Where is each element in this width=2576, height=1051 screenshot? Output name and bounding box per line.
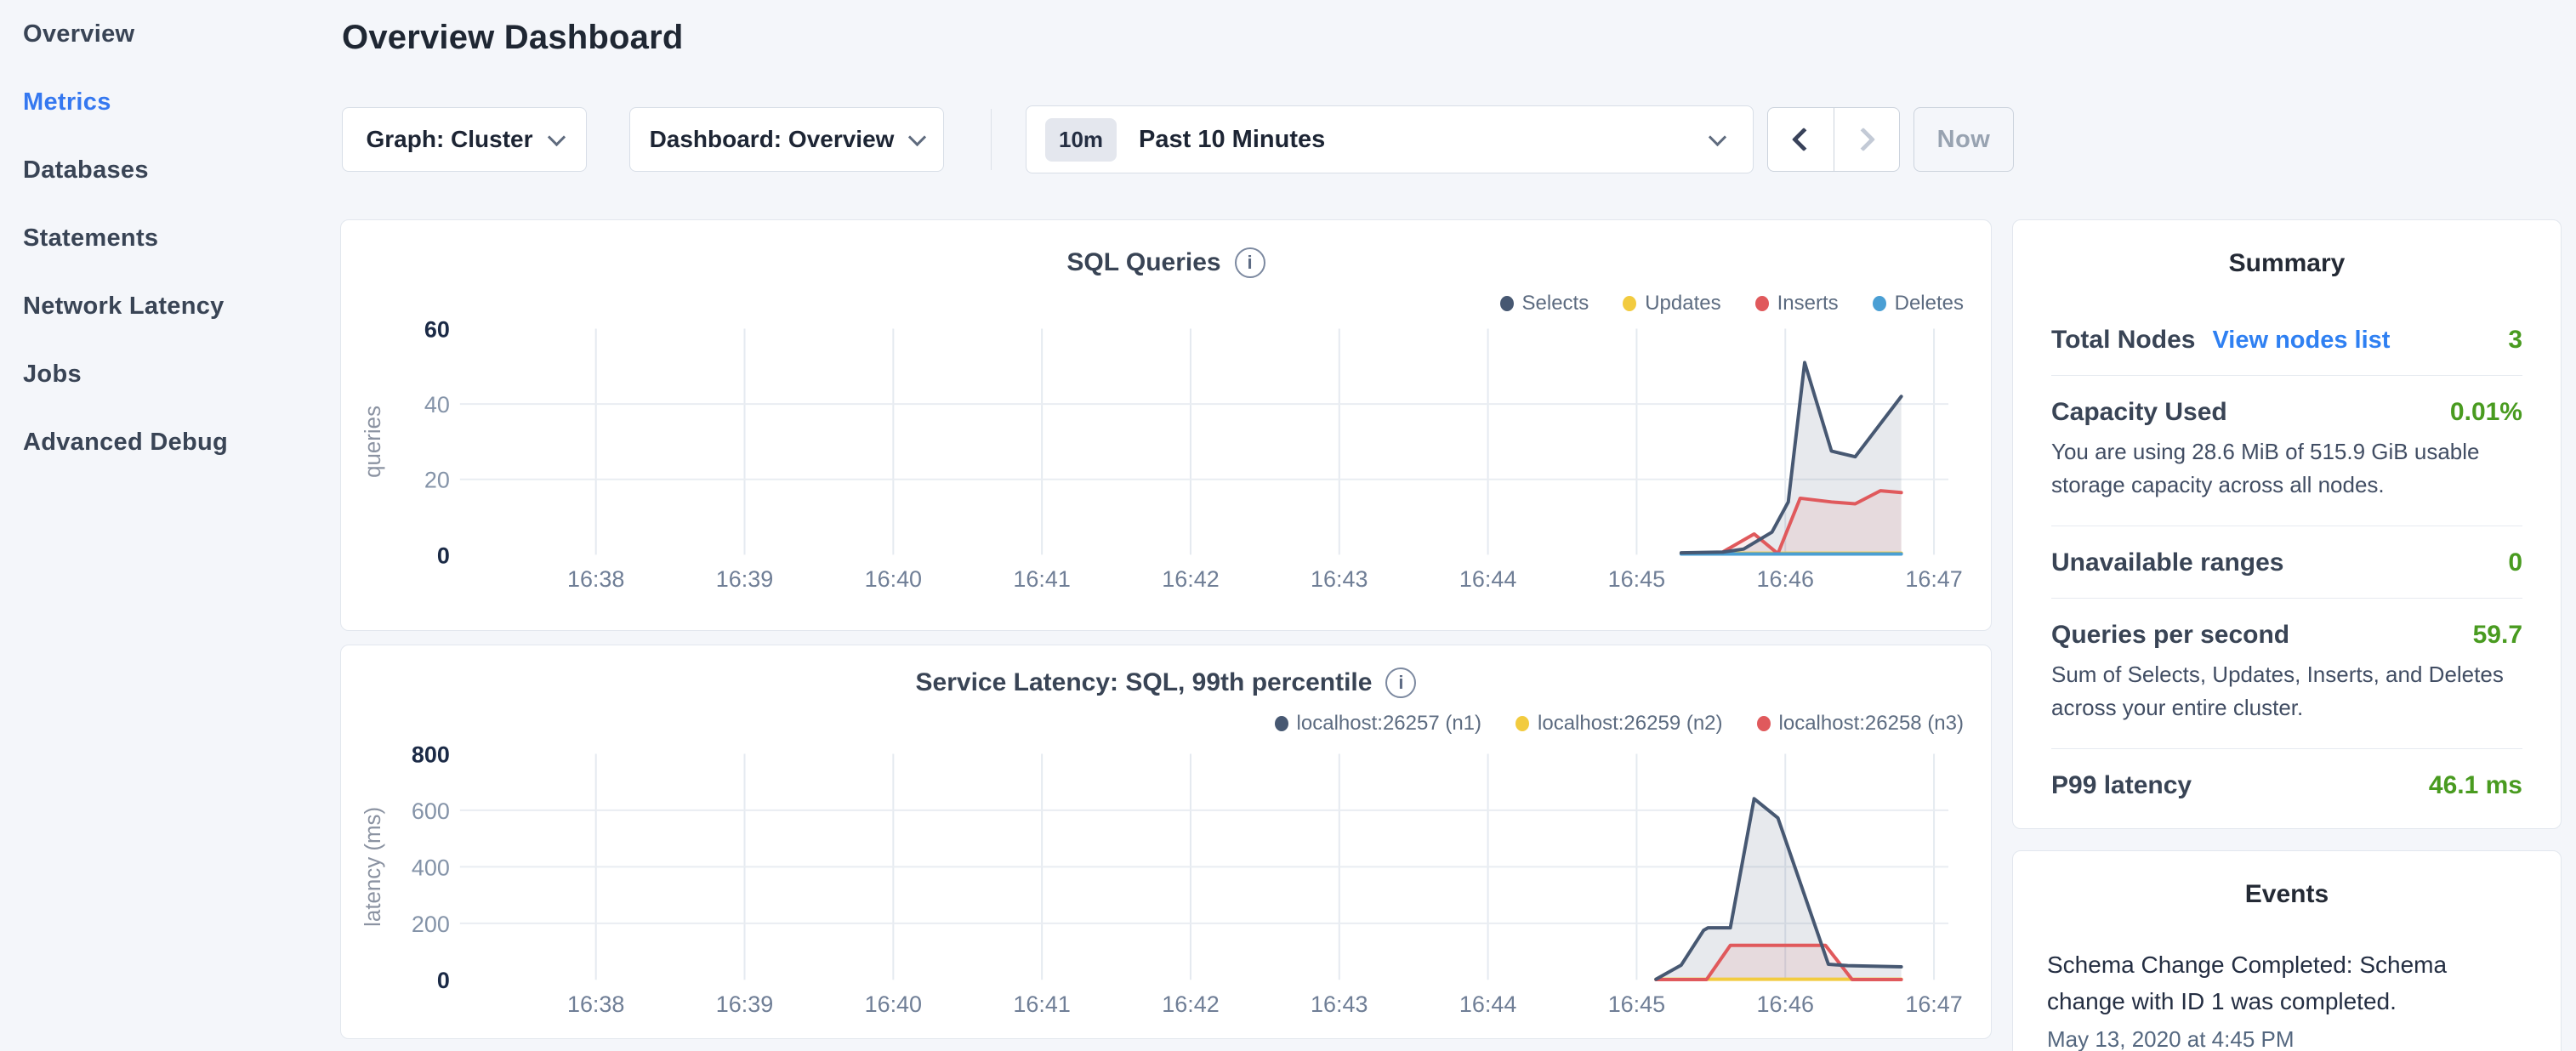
x-axis-labels: 16:38 16:39 16:40 16:41 16:42 16:43 16:44 16:45…: [567, 566, 1963, 592]
summary-title: Summary: [2013, 249, 2561, 278]
time-back-button[interactable]: [1768, 108, 1834, 171]
summary-label: Unavailable ranges: [2051, 548, 2283, 577]
chevron-right-icon: [1851, 128, 1875, 151]
chevron-down-icon: [547, 128, 565, 145]
summary-value: 46.1 ms: [2429, 771, 2522, 800]
main-content: Overview Dashboard Graph: Cluster Dashbo…: [340, 0, 1992, 1051]
series-areas: [1656, 798, 1901, 980]
summary-value: 59.7: [2473, 621, 2522, 650]
summary-label: Total Nodes: [2051, 326, 2195, 355]
controls-bar: Graph: Cluster Dashboard: Overview 10m P…: [340, 105, 1992, 173]
series-areas: [1681, 362, 1902, 554]
svg-text:16:39: 16:39: [716, 991, 773, 1017]
summary-row-capacity-used: Capacity Used 0.01%: [2051, 376, 2522, 435]
summary-label: Capacity Used: [2051, 398, 2227, 427]
page-title: Overview Dashboard: [342, 19, 684, 57]
view-nodes-list-link[interactable]: View nodes list: [2212, 327, 2390, 355]
svg-text:0: 0: [437, 543, 450, 568]
chart-canvas: 16:38 16:39 16:40 16:41 16:42 16:43 16:44 16:45…: [341, 220, 1991, 630]
dashboard-dropdown-label: Dashboard: Overview: [650, 126, 895, 153]
events-panel: Events Schema Change Completed: Schema c…: [2012, 850, 2562, 1051]
svg-text:16:42: 16:42: [1162, 566, 1219, 592]
events-body: Schema Change Completed: Schema change w…: [2013, 946, 2561, 1051]
svg-text:16:41: 16:41: [1013, 566, 1070, 592]
sidebar-item-network-latency[interactable]: Network Latency: [0, 272, 336, 340]
now-button[interactable]: Now: [1914, 107, 2014, 172]
summary-row-p99-latency: P99 latency 46.1 ms: [2051, 749, 2522, 809]
chevron-down-icon: [1709, 128, 1726, 145]
events-title: Events: [2013, 880, 2561, 909]
sidebar-item-statements[interactable]: Statements: [0, 204, 336, 272]
svg-text:0: 0: [437, 968, 450, 993]
event-text: Schema Change Completed: Schema change w…: [2047, 946, 2527, 1020]
svg-text:16:42: 16:42: [1162, 991, 1219, 1017]
svg-text:16:38: 16:38: [567, 991, 624, 1017]
service-latency-chart-card: Service Latency: SQL, 99th percentile i …: [340, 645, 1992, 1039]
summary-value: 3: [2508, 326, 2522, 355]
y-axis-title: latency (ms): [361, 807, 385, 927]
svg-text:16:44: 16:44: [1459, 566, 1517, 592]
summary-row-queries-per-second: Queries per second 59.7: [2051, 599, 2522, 658]
svg-text:16:45: 16:45: [1608, 991, 1665, 1017]
svg-text:16:43: 16:43: [1311, 991, 1368, 1017]
sidebar-item-advanced-debug[interactable]: Advanced Debug: [0, 408, 336, 476]
vertical-gridlines: [596, 328, 1934, 554]
chart-canvas: 16:38 16:39 16:40 16:41 16:42 16:43 16:44 16:45…: [341, 645, 1991, 1038]
x-axis-labels: 16:38 16:39 16:40 16:41 16:42 16:43 16:44 16:45…: [567, 991, 1963, 1017]
svg-text:16:38: 16:38: [567, 566, 624, 592]
svg-text:16:40: 16:40: [865, 566, 922, 592]
graph-dropdown[interactable]: Graph: Cluster: [342, 107, 587, 172]
horizontal-gridlines: [460, 810, 1948, 923]
summary-row-total-nodes: Total Nodes View nodes list 3: [2051, 304, 2522, 363]
svg-text:800: 800: [412, 741, 450, 767]
summary-value: 0: [2508, 548, 2522, 577]
svg-text:20: 20: [424, 468, 450, 493]
sidebar-item-databases[interactable]: Databases: [0, 136, 336, 204]
svg-text:16:45: 16:45: [1608, 566, 1665, 592]
horizontal-gridlines: [460, 404, 1948, 480]
y-axis-labels: 0 200 400 600 800: [412, 741, 450, 993]
svg-text:16:46: 16:46: [1757, 566, 1814, 592]
svg-text:16:40: 16:40: [865, 991, 922, 1017]
time-forward-button[interactable]: [1834, 108, 1900, 171]
summary-value: 0.01%: [2450, 398, 2522, 427]
sidebar-item-jobs[interactable]: Jobs: [0, 340, 336, 408]
time-window-label: Past 10 Minutes: [1139, 126, 1325, 154]
summary-label: P99 latency: [2051, 771, 2192, 800]
summary-row-unavailable-ranges: Unavailable ranges 0: [2051, 526, 2522, 586]
summary-panel: Summary Total Nodes View nodes list 3 Capac…: [2012, 219, 2562, 829]
y-axis-title: queries: [361, 406, 385, 478]
dashboard-dropdown[interactable]: Dashboard: Overview: [629, 107, 944, 172]
summary-description: Sum of Selects, Updates, Inserts, and De…: [2051, 658, 2522, 736]
y-axis-labels: 0 20 40 60: [424, 316, 450, 568]
svg-text:16:39: 16:39: [716, 566, 773, 592]
time-window-badge: 10m: [1045, 118, 1117, 162]
summary-body: Total Nodes View nodes list 3 Capacity Used…: [2013, 304, 2561, 809]
svg-text:16:46: 16:46: [1757, 991, 1814, 1017]
chevron-left-icon: [1792, 128, 1816, 151]
svg-text:400: 400: [412, 855, 450, 880]
event-timestamp: May 13, 2020 at 4:45 PM: [2047, 1026, 2527, 1051]
sidebar-item-metrics[interactable]: Metrics: [0, 68, 336, 136]
svg-text:16:47: 16:47: [1905, 991, 1962, 1017]
svg-text:600: 600: [412, 798, 450, 824]
summary-description: You are using 28.6 MiB of 515.9 GiB usab…: [2051, 435, 2522, 514]
sql-queries-chart-card: SQL Queries i SelectsUpdatesInsertsDelet…: [340, 219, 1992, 631]
svg-text:40: 40: [424, 392, 450, 418]
svg-text:200: 200: [412, 912, 450, 937]
svg-text:16:41: 16:41: [1013, 991, 1070, 1017]
summary-label: Queries per second: [2051, 621, 2289, 650]
svg-text:16:43: 16:43: [1311, 566, 1368, 592]
time-window-selector[interactable]: 10m Past 10 Minutes: [1026, 105, 1754, 173]
chevron-down-icon: [908, 128, 926, 145]
sidebar-item-overview[interactable]: Overview: [0, 0, 336, 68]
graph-dropdown-label: Graph: Cluster: [366, 126, 532, 153]
sidebar: OverviewMetricsDatabasesStatementsNetwor…: [0, 0, 336, 1051]
svg-text:16:47: 16:47: [1905, 566, 1962, 592]
time-pager: [1767, 107, 1900, 172]
controls-divider: [991, 109, 992, 170]
svg-text:16:44: 16:44: [1459, 991, 1516, 1017]
svg-text:60: 60: [424, 316, 450, 342]
